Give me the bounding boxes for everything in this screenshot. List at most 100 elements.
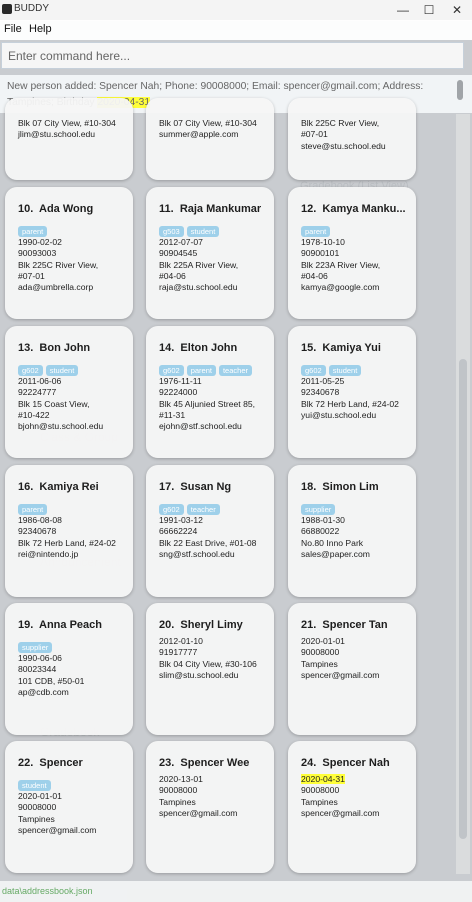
- person-name-text: Kamya Manku...: [322, 203, 406, 215]
- person-card[interactable]: 22. Spencer student 2020-01-01 90008000 Tamp…: [5, 741, 133, 873]
- person-phone: 90900101: [301, 248, 340, 259]
- tag-badge: teacher: [218, 365, 252, 376]
- person-card[interactable]: 18. Simon Lim supplier 1988-01-30 66880022 N…: [288, 465, 416, 597]
- minimize-button[interactable]: —: [390, 0, 416, 20]
- person-email: spencer@gmail.com: [159, 807, 238, 818]
- close-button[interactable]: ✕: [444, 0, 470, 20]
- person-birthday: 2012-07-07: [159, 237, 203, 247]
- menu-file[interactable]: File: [4, 23, 22, 35]
- person-card[interactable]: 13. Bon John g602 student 2011-06-06 9222477…: [5, 326, 133, 458]
- person-phone: 92224777: [18, 387, 57, 398]
- tag-badge: parent: [18, 226, 48, 237]
- person-address: #11-31: [159, 409, 186, 420]
- person-address: Blk 15 Coast View,: [18, 398, 90, 409]
- tag-badge: student: [186, 226, 220, 237]
- person-name: 23. Spencer Wee: [159, 757, 249, 769]
- person-fields: 2012-07-07 90904545 Blk 225A River View, #0…: [159, 237, 238, 293]
- person-fields: 2011-05-25 92340678 Blk 72 Herb Land, #24-…: [301, 376, 399, 421]
- person-address: #04-06: [301, 270, 328, 281]
- person-birthday: 1991-03-12: [159, 515, 203, 525]
- person-card[interactable]: 21. Spencer Tan 2020-01-01 90008000 Tampine…: [288, 603, 416, 735]
- person-card[interactable]: 17. Susan Ng g602 teacher 1991-03-12 6666222…: [146, 465, 274, 597]
- partial-fields: Blk 225C Rver View, #07-01 steve@stu.sch…: [301, 118, 386, 152]
- person-email: bjohn@stu.school.edu: [18, 421, 104, 432]
- person-name: 17. Susan Ng: [159, 481, 231, 493]
- person-card-partial[interactable]: Blk 225C Rver View, #07-01 steve@stu.sch…: [288, 98, 416, 180]
- menu-help[interactable]: Help: [29, 23, 52, 35]
- person-card-partial[interactable]: Blk 07 City View, #10-304 jlim@stu.schoo…: [5, 98, 133, 180]
- person-index: 15.: [301, 342, 317, 354]
- person-index: 21.: [301, 619, 317, 631]
- person-card[interactable]: 19. Anna Peach supplier 1990-06-06 80023344…: [5, 603, 133, 735]
- person-email: sng@stf.school.edu: [159, 548, 235, 559]
- person-fields: 1990-02-02 90093003 Blk 225C River View, #0…: [18, 237, 98, 293]
- partial-line: summer@apple.com: [159, 129, 239, 140]
- menu-bar: File Help: [0, 20, 472, 40]
- person-name: 10. Ada Wong: [18, 203, 93, 215]
- person-index: 14.: [159, 342, 175, 354]
- person-name: 20. Sheryl Limy: [159, 619, 243, 631]
- person-phone: 90008000: [301, 647, 340, 658]
- status-bar: data\addressbook.json: [0, 881, 472, 902]
- person-address: Blk 72 Herb Land, #24-02: [18, 537, 116, 548]
- person-email: yui@stu.school.edu: [301, 409, 377, 420]
- person-birthday: 2020-13-01: [159, 774, 203, 784]
- person-fields: 2020-04-31 90008000 Tampines spencer@gmail.…: [301, 774, 379, 819]
- person-name: 13. Bon John: [18, 342, 90, 354]
- list-scrollbar[interactable]: [456, 114, 470, 874]
- person-name-text: Anna Peach: [39, 619, 102, 631]
- person-fields: 2020-13-01 90008000 Tampines spencer@gmail.…: [159, 774, 237, 819]
- person-name: 19. Anna Peach: [18, 619, 102, 631]
- command-input[interactable]: Enter command here...: [1, 42, 464, 69]
- partial-line: Blk 225C Rver View,: [301, 118, 380, 128]
- person-birthday: 1990-06-06: [18, 653, 62, 663]
- person-address: 101 CDB, #50-01: [18, 675, 85, 686]
- person-address: No.80 Inno Park: [301, 537, 364, 548]
- person-phone: 92224000: [159, 387, 198, 398]
- person-card[interactable]: 16. Kamiya Rei parent 1986-08-08 92340678 Bl…: [5, 465, 133, 597]
- person-address: Tampines: [159, 796, 196, 807]
- person-name-text: Kamiya Rei: [39, 481, 99, 493]
- person-email: ap@cdb.com: [18, 686, 69, 697]
- person-email: ada@umbrella.corp: [18, 282, 94, 293]
- person-card[interactable]: 11. Raja Mankumar g503 student 2012-07-07 90…: [146, 187, 274, 319]
- list-scroll-thumb[interactable]: [459, 359, 467, 839]
- partial-line: jlim@stu.school.edu: [18, 129, 96, 140]
- person-index: 10.: [18, 203, 34, 215]
- person-index: 17.: [159, 481, 175, 493]
- person-name-text: Elton John: [180, 342, 238, 354]
- person-card[interactable]: 15. Kamiya Yui g602 student 2011-05-25 92340…: [288, 326, 416, 458]
- person-index: 12.: [301, 203, 317, 215]
- person-index: 18.: [301, 481, 317, 493]
- person-card[interactable]: 23. Spencer Wee 2020-13-01 90008000 Tampine…: [146, 741, 274, 873]
- maximize-button[interactable]: ☐: [416, 0, 442, 20]
- person-fields: 2011-06-06 92224777 Blk 15 Coast View, #10-…: [18, 376, 103, 432]
- person-phone: 90008000: [159, 785, 198, 796]
- person-name: 14. Elton John: [159, 342, 237, 354]
- person-card[interactable]: 20. Sheryl Limy 2012-01-10 91917777 Blk 04 …: [146, 603, 274, 735]
- person-name-text: Spencer Tan: [322, 619, 388, 631]
- person-phone: 90093003: [18, 248, 57, 259]
- result-scrollbar[interactable]: [457, 80, 463, 100]
- person-phone: 90008000: [301, 785, 340, 796]
- person-address: Blk 225C River View,: [18, 259, 99, 270]
- person-address: #10-422: [18, 409, 50, 420]
- person-fields: 1978-10-10 90900101 Blk 223A River View, #0…: [301, 237, 380, 293]
- person-card[interactable]: 14. Elton John g602 parent teacher 1976-11-1…: [146, 326, 274, 458]
- person-name-text: Bon John: [39, 342, 91, 354]
- person-index: 20.: [159, 619, 175, 631]
- person-fields: 2012-01-10 91917777 Blk 04 City View, #30-…: [159, 636, 257, 681]
- person-card[interactable]: 12. Kamya Manku... parent 1978-10-10 909001…: [288, 187, 416, 319]
- person-card-partial[interactable]: Blk 07 City View, #10-304 summer@apple.c…: [146, 98, 274, 180]
- app-icon: [2, 4, 12, 14]
- partial-fields: Blk 07 City View, #10-304 jlim@stu.schoo…: [18, 118, 116, 141]
- tag-badge: student: [45, 365, 79, 376]
- person-card[interactable]: 24. Spencer Nah 2020-04-31 90008000 Tampine…: [288, 741, 416, 873]
- person-card[interactable]: 10. Ada Wong parent 1990-02-02 90093003 Blk …: [5, 187, 133, 319]
- person-name: 24. Spencer Nah: [301, 757, 390, 769]
- tag-badge: parent: [18, 504, 48, 515]
- person-address: Tampines: [301, 658, 338, 669]
- person-address: Blk 22 East Drive, #01-08: [159, 537, 257, 548]
- person-fields: 2020-01-01 90008000 Tampines spencer@gmail.…: [18, 791, 96, 836]
- tag-badge: g602: [301, 365, 326, 376]
